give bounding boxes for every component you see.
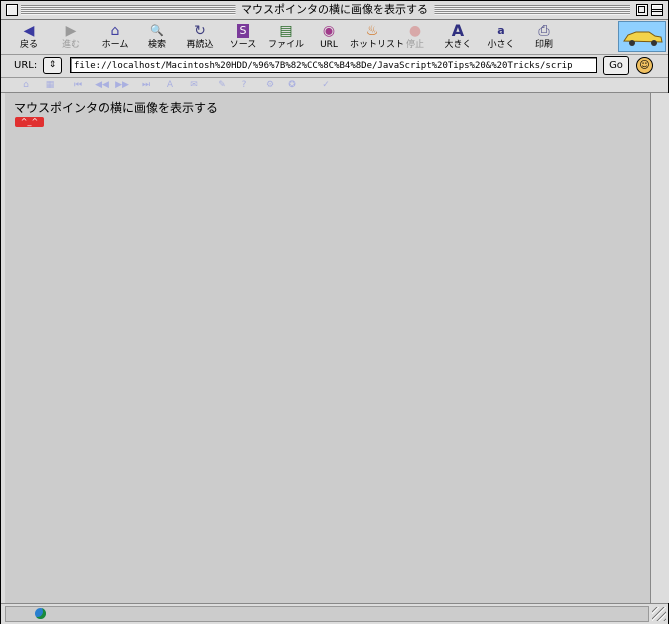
search-button[interactable]: 🔍 検索 (135, 22, 179, 52)
sub-prev-icon: ◀◀ (95, 80, 109, 90)
sub-last-icon: ⏭ (141, 80, 151, 90)
status-bar (1, 603, 668, 624)
url-input[interactable]: file://localhost/Macintosh%20HDD/%96%7B%… (70, 57, 597, 73)
toolbar: ◀ 戻る ▶ 進む ⌂ ホーム 🔍 検索 ↻ 再読込 S ソース ▤ ファイル … (1, 20, 668, 55)
search-label: 検索 (147, 40, 166, 50)
source-label: ソース (229, 40, 257, 50)
go-button[interactable]: Go (603, 56, 629, 75)
vertical-scrollbar[interactable] (650, 93, 669, 603)
stop-button[interactable]: ● 停止 (393, 22, 437, 52)
page-heading: マウスポインタの横に画像を表示する (14, 101, 219, 115)
sub-check-icon: ✓ (322, 80, 330, 90)
smiley-image: ^_^ (15, 117, 44, 127)
smaller-text-button[interactable]: a 小さく (479, 22, 523, 52)
hotlist-icon: ♨ (365, 23, 379, 39)
collapse-box[interactable] (651, 4, 663, 16)
secondary-toolbar: ⌂ ▦ ⏮ ◀◀ ▶▶ ⏭ A ✉ ✎ ? ⚙ ✪ ✓ (1, 78, 668, 93)
sub-next-icon: ▶▶ (115, 80, 129, 90)
stop-label: 停止 (405, 40, 424, 50)
sub-help-icon: ? (241, 80, 247, 90)
forward-button[interactable]: ▶ 進む (49, 22, 93, 52)
page-content: マウスポインタの横に画像を表示する ^_^ (5, 93, 650, 603)
home-icon: ⌂ (110, 23, 120, 39)
file-label: ファイル (267, 40, 304, 50)
reload-icon: ↻ (194, 23, 206, 39)
url-history-popup[interactable]: ⇕ (43, 57, 62, 74)
search-icon: 🔍 (150, 24, 164, 37)
print-button[interactable]: ⎙ 印刷 (522, 22, 566, 52)
reload-button[interactable]: ↻ 再読込 (178, 22, 222, 52)
sub-text-icon: A (166, 80, 174, 90)
forward-arrow-icon: ▶ (65, 23, 77, 39)
sub-settings-icon: ⚙ (265, 80, 275, 90)
source-icon: S (237, 24, 249, 38)
source-button[interactable]: S ソース (221, 22, 265, 52)
print-label: 印刷 (534, 40, 553, 50)
hotlist-button[interactable]: ♨ ホットリスト (350, 22, 405, 52)
home-button[interactable]: ⌂ ホーム (93, 22, 137, 52)
resize-grip-icon[interactable] (652, 607, 666, 621)
globe-url-icon: ◉ (322, 23, 336, 39)
larger-text-label: 大きく (444, 40, 472, 50)
smaller-text-label: 小さく (487, 40, 515, 50)
globe-icon (35, 608, 46, 619)
hotlist-label: ホットリスト (350, 40, 405, 50)
sub-info-icon: ✪ (288, 80, 296, 90)
url-label: URL (320, 40, 338, 50)
title-bar[interactable]: マウスポインタの横に画像を表示する (1, 1, 668, 20)
reload-label: 再読込 (186, 40, 214, 50)
close-box[interactable] (6, 4, 18, 16)
large-a-icon: A (451, 21, 465, 40)
forward-label: 進む (61, 40, 80, 50)
back-label: 戻る (19, 40, 38, 50)
file-icon: ▤ (279, 23, 293, 39)
browser-window: マウスポインタの横に画像を表示する ◀ 戻る ▶ 進む ⌂ ホーム 🔍 検索 ↻… (0, 0, 669, 624)
file-button[interactable]: ▤ ファイル (264, 22, 308, 52)
zoom-box[interactable] (636, 4, 648, 16)
smiley-face-icon[interactable]: ☺ (636, 57, 653, 74)
url-field-label: URL: (14, 60, 38, 71)
sub-first-icon: ⏮ (73, 80, 83, 90)
back-button[interactable]: ◀ 戻る (7, 22, 51, 52)
window-title: マウスポインタの横に画像を表示する (235, 3, 434, 17)
sub-edit-icon: ✎ (218, 80, 226, 90)
stop-icon: ● (408, 23, 422, 39)
larger-text-button[interactable]: A 大きく (436, 22, 480, 52)
back-arrow-icon: ◀ (23, 23, 35, 39)
home-label: ホーム (101, 40, 129, 50)
status-field (5, 606, 649, 622)
sub-home-icon: ⌂ (23, 80, 29, 90)
small-a-icon: a (497, 24, 505, 37)
car-logo-icon (619, 22, 665, 51)
url-bar: URL: ⇕ file://localhost/Macintosh%20HDD/… (1, 55, 668, 78)
printer-icon: ⎙ (538, 23, 550, 39)
browser-logo (618, 21, 666, 52)
sub-mail-icon: ✉ (190, 80, 198, 90)
url-button[interactable]: ◉ URL (307, 22, 351, 52)
sub-grid-icon: ▦ (45, 80, 55, 90)
